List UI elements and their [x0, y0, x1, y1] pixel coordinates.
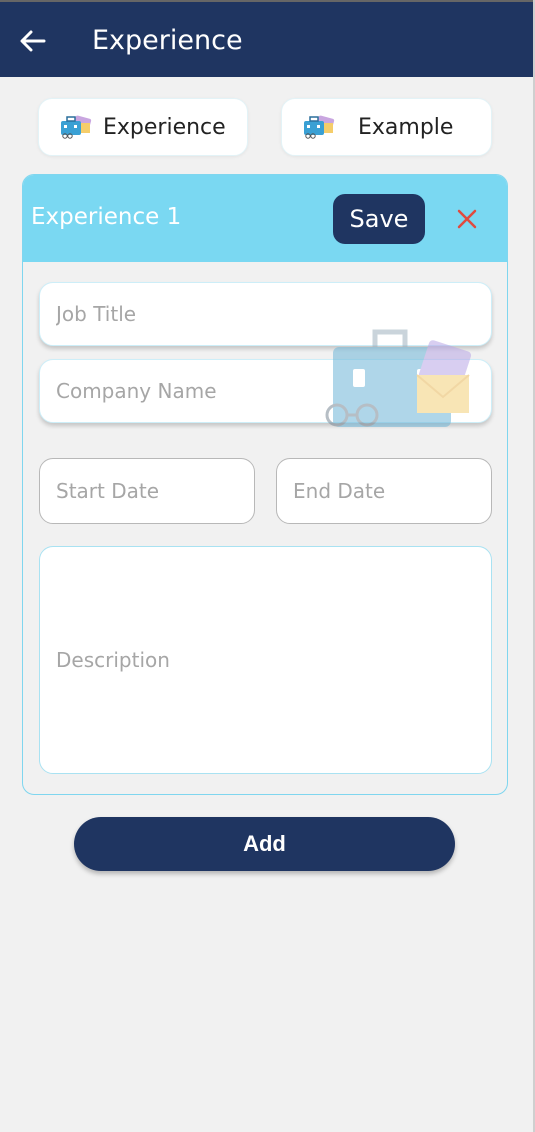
start-date-field[interactable]: [39, 458, 255, 524]
company-name-input[interactable]: [40, 379, 491, 403]
start-date-input[interactable]: [40, 479, 254, 503]
end-date-input[interactable]: [277, 479, 491, 503]
end-date-field[interactable]: [276, 458, 492, 524]
tab-experience[interactable]: Experience: [38, 98, 248, 156]
briefcase-icon: [59, 114, 93, 140]
job-title-field[interactable]: [39, 282, 492, 346]
description-field[interactable]: [39, 546, 492, 774]
tab-example[interactable]: Example: [281, 98, 492, 156]
back-button[interactable]: [14, 22, 52, 60]
card-title: Experience 1: [31, 204, 182, 230]
tab-example-label: Example: [358, 114, 454, 140]
job-title-input[interactable]: [40, 302, 491, 326]
arrow-left-icon: [20, 30, 46, 52]
close-button[interactable]: [453, 205, 481, 233]
app-bar: Experience: [0, 0, 535, 77]
description-input[interactable]: [40, 645, 491, 675]
page-title: Experience: [92, 25, 243, 56]
tab-experience-label: Experience: [103, 114, 226, 140]
experience-card: Experience 1 Save: [22, 174, 508, 795]
close-icon: [457, 209, 477, 229]
add-button[interactable]: Add: [74, 817, 455, 871]
company-name-field[interactable]: [39, 359, 492, 423]
briefcase-icon: [302, 114, 336, 140]
save-button[interactable]: Save: [333, 194, 425, 244]
card-header: Experience 1 Save: [23, 175, 507, 262]
